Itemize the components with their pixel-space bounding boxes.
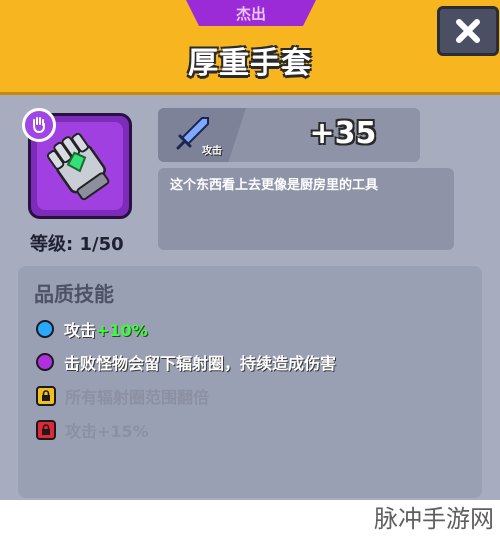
blue-circle-icon [36,320,54,338]
description-box: 这个东西看上去更像是厨房里的工具 [158,168,454,250]
hand-type-badge [22,108,56,142]
skill-row: 攻击+10% [36,317,148,341]
skill-label-locked: 攻击+15% [65,422,149,441]
close-x-icon [456,19,480,43]
skill-label: 攻击 [64,321,97,340]
skill-row: 攻击+15% [36,418,149,442]
stat-value: +35 [309,116,377,151]
rarity-tag: 杰出 [186,0,316,26]
item-title: 厚重手套 [188,46,312,81]
lock-icon [36,386,56,406]
close-button[interactable] [437,6,499,56]
skills-title: 品质技能 [34,282,114,306]
item-description: 这个东西看上去更像是厨房里的工具 [170,178,379,193]
lock-icon [36,420,56,440]
skill-label-locked: 所有辐射圈范围翻倍 [65,388,210,407]
purple-circle-icon [36,353,54,371]
skill-row: 所有辐射圈范围翻倍 [36,384,209,408]
item-level: 等级: 1/50 [30,234,124,255]
skill-label: 击败怪物会留下辐射圈，持续造成伤害 [64,354,337,373]
watermark: 脉冲手游网 [374,505,494,533]
skill-row: 击败怪物会留下辐射圈，持续造成伤害 [36,350,336,374]
stat-box: 攻击 +35 [158,108,420,162]
stat-label: 攻击 [202,146,222,157]
rarity-label: 杰出 [235,4,266,23]
hand-icon [33,117,45,134]
skill-bonus: +10% [96,321,148,340]
